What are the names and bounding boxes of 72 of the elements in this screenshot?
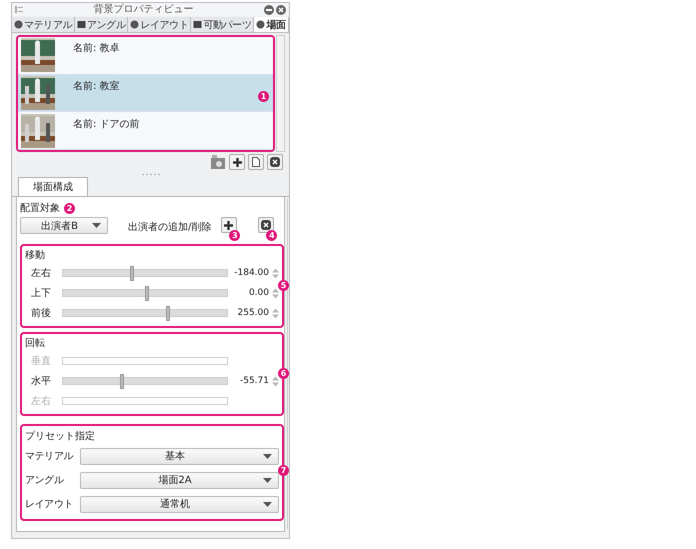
tab[interactable]: 場面 — [254, 17, 289, 32]
caret-icon — [263, 478, 272, 482]
slider-thumb[interactable] — [120, 374, 124, 389]
window-title: 背景プロパティビュー — [94, 4, 194, 16]
page-icon — [252, 157, 260, 167]
plus-icon — [232, 158, 242, 166]
value-text: 255.00 — [236, 308, 269, 318]
callout-badge: 6 — [278, 368, 289, 379]
tab[interactable]: マテリアル — [12, 17, 76, 32]
callout-badge: 2 — [64, 202, 75, 214]
slider-label: 左右 — [30, 395, 52, 408]
duplicate-button[interactable] — [248, 154, 264, 170]
scene-item[interactable]: 名前: 教卓 — [18, 37, 273, 75]
delete-button[interactable] — [267, 154, 283, 170]
slider-thumb[interactable] — [130, 266, 134, 281]
tab-icon — [130, 20, 140, 29]
field-label: アングル — [25, 474, 65, 487]
scrollbar[interactable] — [276, 35, 285, 152]
minimize-icon[interactable] — [264, 4, 274, 14]
menu-icon[interactable] — [15, 6, 23, 13]
tab-icon — [77, 20, 86, 29]
caret-icon — [263, 502, 272, 506]
add-button[interactable] — [220, 217, 237, 233]
spinner-icon[interactable] — [272, 376, 279, 386]
slider-label: 水平 — [30, 374, 52, 388]
close-icon[interactable] — [276, 4, 286, 14]
add-button[interactable] — [229, 154, 245, 170]
spinner-icon[interactable] — [272, 288, 279, 298]
field-label: レイアウト — [25, 498, 74, 511]
close-icon — [270, 157, 280, 167]
slider-thumb[interactable] — [145, 286, 149, 301]
close-icon — [260, 220, 271, 230]
preset-dropdown[interactable]: 場面2A — [80, 472, 279, 488]
spinner-icon[interactable] — [272, 268, 279, 278]
value-text: -184.00 — [233, 268, 269, 278]
group-title: 回転 — [25, 337, 46, 350]
plus-icon — [224, 220, 234, 230]
tab[interactable]: アングル — [75, 17, 128, 32]
caret-icon — [263, 454, 272, 458]
scene-item[interactable]: 名前: ドアの前 — [18, 112, 273, 150]
scrollbar[interactable] — [287, 199, 288, 529]
field-label: 出演者の追加/削除 — [128, 220, 212, 234]
performer-dropdown[interactable]: 出演者B — [20, 217, 108, 234]
field-label: マテリアル — [25, 450, 74, 463]
slider-label: 上下 — [30, 286, 52, 300]
slider-label: 垂直 — [30, 354, 52, 368]
tab[interactable]: レイアウト — [128, 17, 192, 32]
tab[interactable]: 場面構成 — [18, 177, 88, 196]
tab-icon — [256, 20, 266, 29]
tab[interactable]: 可動パーツ — [191, 17, 254, 32]
group-title: 移動 — [25, 249, 46, 262]
tab-icon — [193, 20, 202, 29]
slider-thumb[interactable] — [166, 306, 170, 321]
callout-badge: 3 — [229, 230, 240, 241]
callout-badge: 5 — [278, 280, 289, 291]
spinner-icon[interactable] — [272, 308, 279, 318]
scene-name: 名前: 教卓 — [73, 43, 120, 56]
tab-icon — [14, 20, 23, 29]
value-text: -55.71 — [238, 376, 269, 386]
caret-icon — [92, 223, 101, 228]
section-label: 配置対象 — [20, 202, 60, 215]
preset-dropdown[interactable]: 通常机 — [80, 496, 279, 512]
preset-dropdown[interactable]: 基本 — [80, 448, 279, 464]
callout-badge: 7 — [278, 465, 289, 476]
slider-label: 前後 — [30, 307, 52, 320]
scene-name: 名前: 教室 — [73, 81, 120, 93]
remove-button[interactable] — [258, 217, 274, 233]
callout-badge: 4 — [266, 230, 278, 241]
scene-name: 名前: ドアの前 — [73, 118, 140, 131]
group-title: プリセット指定 — [25, 430, 96, 443]
value-text: 0.00 — [248, 288, 269, 298]
slider-label: 左右 — [30, 267, 52, 280]
